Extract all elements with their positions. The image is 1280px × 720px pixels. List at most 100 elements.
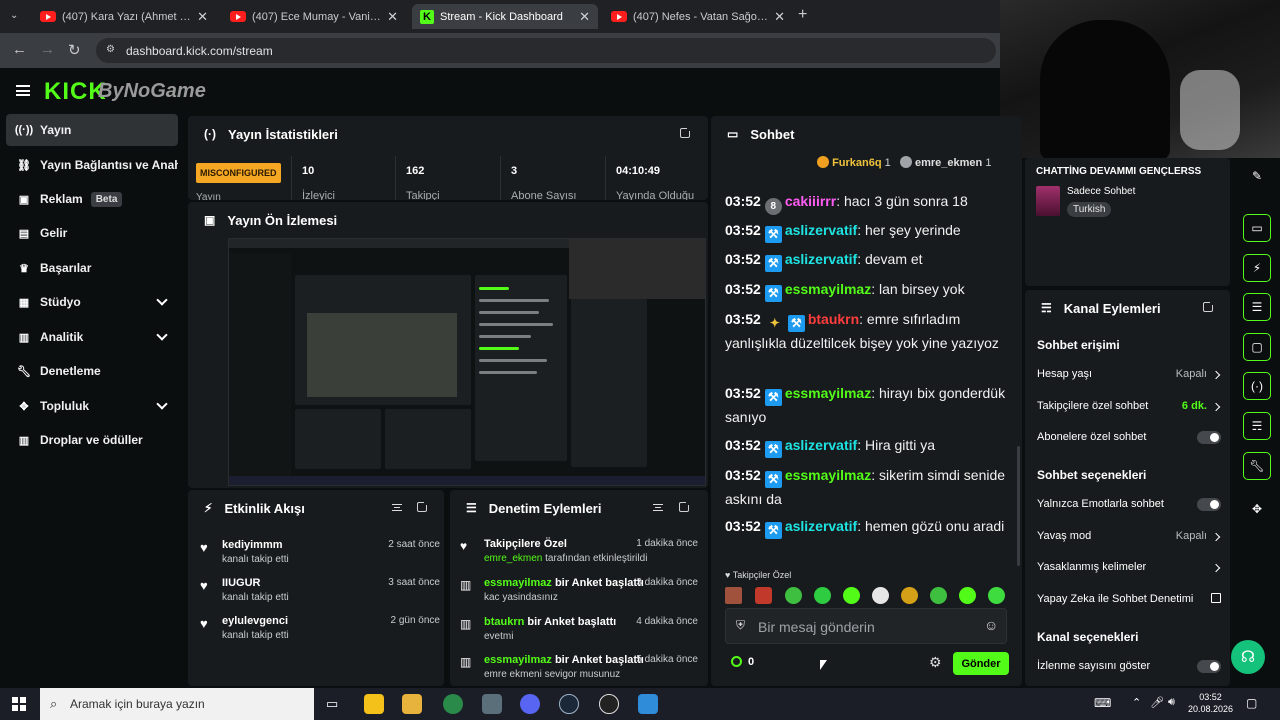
task-view-icon[interactable]: ▭	[326, 696, 338, 712]
keyboard-icon[interactable]: ⌨	[1094, 696, 1111, 710]
moderation-sub-user[interactable]: emre_ekmen	[484, 553, 542, 564]
message-user[interactable]: aslizervatif	[785, 251, 857, 267]
message-user[interactable]: aslizervatif	[785, 222, 857, 238]
activity-user[interactable]: kediyimmm	[222, 539, 283, 551]
forward-icon[interactable]: →	[40, 41, 55, 58]
chat-scrollbar[interactable]	[1017, 446, 1020, 566]
community-icon[interactable]: ✥	[1243, 495, 1271, 523]
message-user[interactable]: aslizervatif	[785, 518, 857, 534]
sidebar-item-analitik[interactable]: ▥ Analitik	[6, 321, 178, 353]
setting-subscribers-only[interactable]: Abonelere özel sohbet	[1037, 423, 1221, 453]
toggle-switch[interactable]	[1197, 660, 1221, 673]
menu-icon[interactable]	[16, 85, 30, 96]
chat-input[interactable]: ⛨ Bir mesaj gönderin ☺	[725, 608, 1007, 644]
popout-icon[interactable]	[1203, 300, 1215, 312]
filter-icon[interactable]	[392, 504, 402, 511]
emote-icon[interactable]	[930, 587, 947, 604]
broadcast-icon[interactable]: (·)	[1243, 372, 1271, 400]
volume-icon[interactable]: 🔊︎	[1168, 696, 1175, 709]
toggle-switch[interactable]	[1197, 498, 1221, 511]
emote-icon[interactable]	[988, 587, 1005, 604]
close-icon[interactable]: ✕	[774, 9, 785, 25]
setting-account-age[interactable]: Hesap yaşı Kapalı	[1037, 360, 1221, 390]
setting-slow-mode[interactable]: Yavaş mod Kapalı	[1037, 522, 1221, 552]
tray-expand-icon[interactable]: ⌃	[1132, 696, 1141, 709]
emote-icon[interactable]	[725, 587, 742, 604]
message-user[interactable]: btaukrn	[808, 311, 859, 327]
obs-icon[interactable]	[599, 694, 619, 714]
chat-icon[interactable]: ▢	[1243, 333, 1271, 361]
close-icon[interactable]: ✕	[579, 9, 590, 25]
file-explorer-icon[interactable]	[402, 694, 422, 714]
new-tab-icon[interactable]: +	[798, 6, 807, 24]
close-icon[interactable]: ✕	[197, 9, 208, 25]
support-button[interactable]: ☊	[1231, 640, 1265, 674]
emote-icon[interactable]	[755, 587, 772, 604]
activity-user[interactable]: eylulevgenci	[222, 615, 288, 627]
site-info-icon[interactable]: ⚙	[106, 44, 115, 55]
setting-emote-only[interactable]: Yalnızca Emotlarla sohbet	[1037, 490, 1221, 520]
message-user[interactable]: essmayilmaz	[785, 385, 871, 401]
message-user[interactable]: essmayilmaz	[785, 467, 871, 483]
message-user[interactable]: cakiiirrr	[785, 193, 836, 209]
sidebar-item-stream-key[interactable]: ⛓ Yayın Bağlantısı ve Anahtarı	[6, 149, 178, 181]
points-display[interactable]: 0	[731, 656, 754, 668]
message-user[interactable]: essmayilmaz	[785, 281, 871, 297]
setting-followers-only[interactable]: Takipçilere özel sohbet 6 dk.	[1037, 392, 1221, 422]
emoji-icon[interactable]: ☺	[984, 617, 998, 633]
app-icon[interactable]	[482, 694, 502, 714]
emote-icon[interactable]	[814, 587, 831, 604]
category-thumbnail[interactable]	[1036, 186, 1060, 216]
filter-icon[interactable]	[653, 504, 663, 511]
battlenet-icon[interactable]	[638, 694, 658, 714]
sidebar-item-denetleme[interactable]: 🔧︎ Denetleme	[6, 355, 178, 387]
setting-show-viewcount[interactable]: İzlenme sayısını göster	[1037, 652, 1221, 682]
stream-info-icon[interactable]: ▭	[1243, 214, 1271, 242]
taskbar-search-input[interactable]: ⌕ Aramak için buraya yazın	[40, 688, 314, 720]
setting-ai-moderation[interactable]: Yapay Zeka ile Sohbet Denetimi	[1037, 585, 1221, 615]
bolt-icon[interactable]: ⚡︎	[1243, 254, 1271, 282]
setting-banned-words[interactable]: Yasaklanmış kelimeler	[1037, 553, 1221, 583]
send-button[interactable]: Gönder	[953, 652, 1009, 675]
emote-icon[interactable]	[785, 587, 802, 604]
toggle-switch[interactable]	[1197, 431, 1221, 444]
edit-icon[interactable]: ✎	[1243, 162, 1271, 190]
sidebar-item-studyo[interactable]: ▦ Stüdyo	[6, 286, 178, 318]
popout-icon[interactable]	[417, 500, 429, 512]
close-icon[interactable]: ✕	[387, 9, 398, 25]
moderation-user[interactable]: btaukrn	[484, 616, 524, 628]
emote-icon[interactable]	[843, 587, 860, 604]
browser-tab-2[interactable]: (407) Ece Mumay - Vanilya - Yo ✕	[222, 4, 406, 29]
tab-search-icon[interactable]: ⌄	[10, 10, 22, 22]
wrench-icon[interactable]: 🔧︎	[1243, 452, 1271, 480]
moderation-user[interactable]: essmayilmaz	[484, 577, 552, 589]
top-user-name[interactable]: Furkan6q	[832, 157, 882, 169]
list-icon[interactable]: ☰	[1243, 293, 1271, 321]
popout-icon[interactable]	[680, 126, 692, 138]
stream-category[interactable]: Sadece Sohbet	[1067, 186, 1135, 197]
stream-preview-video[interactable]	[228, 238, 706, 486]
emote-icon[interactable]	[959, 587, 976, 604]
rockstar-launcher-icon[interactable]	[364, 694, 384, 714]
actions-icon[interactable]: ☴	[1243, 412, 1271, 440]
taskbar-clock[interactable]: 03:52 20.08.2026	[1188, 691, 1233, 715]
sidebar-item-basarilar[interactable]: ♛ Başarılar	[6, 252, 178, 284]
moderation-user[interactable]: essmayilmaz	[484, 654, 552, 666]
chrome-icon[interactable]	[443, 694, 463, 714]
browser-tab-4[interactable]: (407) Nefes - Vatan Sağolsun | E ✕	[603, 4, 793, 29]
emote-icon[interactable]	[901, 587, 918, 604]
sidebar-item-yayin[interactable]: ((·)) Yayın	[6, 114, 178, 146]
url-input[interactable]: ⚙ dashboard.kick.com/stream	[96, 38, 996, 63]
microphone-icon[interactable]: 🎤︎	[1150, 696, 1164, 709]
stream-tag[interactable]: Turkish	[1067, 202, 1112, 217]
emote-icon[interactable]	[872, 587, 889, 604]
browser-tab-1[interactable]: (407) Kara Yazı (Ahmet Kaya) - Y ✕	[32, 4, 216, 29]
sidebar-item-droplar[interactable]: ▥ Droplar ve ödüller	[6, 424, 178, 456]
activity-user[interactable]: IIUGUR	[222, 577, 261, 589]
reload-icon[interactable]: ↻	[68, 41, 81, 59]
steam-icon[interactable]	[559, 694, 579, 714]
sidebar-item-gelir[interactable]: ▤ Gelir	[6, 217, 178, 249]
message-user[interactable]: aslizervatif	[785, 437, 857, 453]
notification-icon[interactable]: ▢	[1246, 696, 1257, 710]
windows-start-icon[interactable]	[12, 697, 26, 711]
